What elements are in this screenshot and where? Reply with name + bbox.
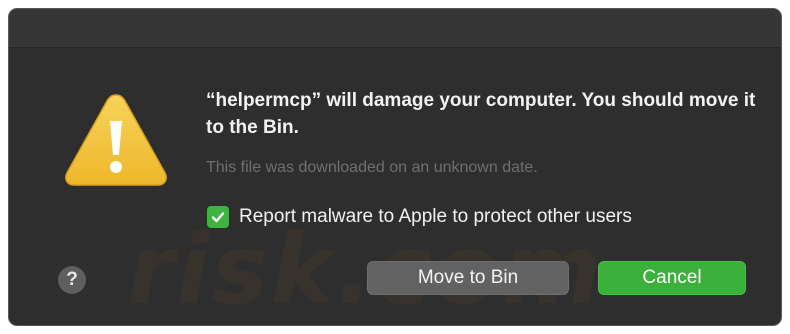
report-malware-checkbox-row[interactable]: Report malware to Apple to protect other… (207, 206, 632, 228)
warning-triangle-icon (65, 94, 167, 186)
help-button[interactable]: ? (58, 266, 86, 294)
dialog-titlebar (9, 9, 781, 48)
dialog-headline: “helpermcp” will damage your computer. Y… (206, 90, 756, 138)
malware-alert-dialog: risk.com “helpermcp” will damage your co… (8, 8, 782, 326)
checkmark-icon (211, 212, 225, 223)
report-malware-label[interactable]: Report malware to Apple to protect other… (239, 206, 632, 228)
cancel-button[interactable]: Cancel (598, 261, 746, 295)
download-date-text: This file was downloaded on an unknown d… (206, 159, 538, 176)
report-malware-checkbox[interactable] (207, 206, 229, 228)
move-to-bin-button[interactable]: Move to Bin (367, 261, 569, 295)
